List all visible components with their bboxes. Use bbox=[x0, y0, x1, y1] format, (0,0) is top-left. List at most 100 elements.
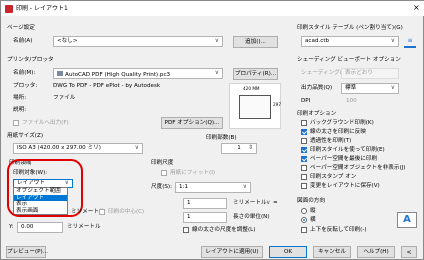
scale-value-1-input[interactable]: 1 bbox=[183, 198, 227, 209]
expand-options-button[interactable]: < bbox=[401, 246, 417, 258]
scale-lineweights-label: 線の太さの尺度を調整(L) bbox=[192, 227, 256, 233]
where-value: ファイル bbox=[53, 95, 76, 101]
autocad-logo-icon bbox=[5, 5, 13, 13]
spinner-icon: ⇕ bbox=[247, 144, 253, 151]
offset-y-value: 0.00 bbox=[21, 224, 34, 230]
quality-label: 出力品質(Q) bbox=[301, 85, 333, 91]
chevron-down-icon: ∨ bbox=[214, 69, 219, 76]
scale-lineweights-checkbox[interactable] bbox=[183, 227, 189, 233]
scale-label: 尺度(S): bbox=[151, 184, 172, 190]
window-title: 印刷 - レイアウト1 bbox=[16, 5, 68, 12]
plot-options-group-label: 印刷オプション bbox=[297, 111, 337, 117]
cancel-button[interactable]: キャンセル bbox=[313, 246, 351, 258]
scale-value-2-input[interactable]: 1 bbox=[183, 212, 227, 223]
preview-button[interactable]: プレビュー(P)... bbox=[6, 246, 48, 258]
option-label: ペーパー空間を最後に印刷 bbox=[310, 156, 378, 162]
chevron-down-icon: ∨ bbox=[214, 37, 219, 44]
scale-value-2: 1 bbox=[187, 214, 191, 220]
paper-size-select[interactable]: ISO A3 (420.00 x 297.00 ミリ) ∨ bbox=[13, 143, 143, 154]
print-dialog: 印刷 - レイアウト1 × ページ設定 名前(A) <なし> ∨ 追加()... … bbox=[0, 0, 424, 260]
paper-preview-sheet bbox=[239, 95, 271, 119]
portrait-radio[interactable] bbox=[301, 208, 307, 214]
shade-plot-value: 表示どおり bbox=[345, 70, 373, 76]
printer-name-select[interactable]: AutoCAD PDF (High Quality Print).pc3 ∨ bbox=[53, 68, 223, 79]
option-checkbox[interactable] bbox=[301, 147, 307, 153]
page-setup-name-label: 名前(A) bbox=[13, 38, 33, 44]
shaded-viewport-group-label: シェーディング ビューポート オプション bbox=[297, 57, 401, 63]
option-label: ペーパー空間オブジェクトを非表示(J) bbox=[310, 165, 406, 171]
center-plot-label: 印刷の中心(C) bbox=[108, 209, 145, 215]
plot-to-file-checkbox[interactable] bbox=[13, 120, 19, 126]
paper-size-value: ISO A3 (420.00 x 297.00 ミリ) bbox=[17, 145, 101, 151]
upside-down-label: 上下を反転して印刷(-) bbox=[310, 227, 367, 233]
edit-plot-style-icon[interactable]: ≡ bbox=[404, 38, 416, 48]
copies-input[interactable]: 1 ⇕ bbox=[221, 143, 257, 154]
page-setup-name-value: <なし> bbox=[57, 38, 78, 44]
chevron-down-icon: ∨ bbox=[390, 37, 395, 44]
unit-length-label: 長さの単位(N) bbox=[233, 214, 270, 220]
paper-preview-width: 420 MM bbox=[243, 86, 260, 91]
option-checkbox[interactable] bbox=[301, 120, 307, 126]
plot-style-select[interactable]: acad.ctb ∨ bbox=[301, 36, 399, 47]
dpi-value: 100 bbox=[346, 98, 357, 104]
plot-style-value: acad.ctb bbox=[305, 38, 330, 44]
scale-unit-chevron-icon[interactable]: ∨ bbox=[266, 200, 270, 206]
printer-properties-button[interactable]: プロパティ(R)... bbox=[233, 68, 278, 80]
portrait-label: 縦 bbox=[310, 208, 316, 214]
offset-y-unit: ミリメートル bbox=[67, 224, 101, 230]
plotter-value: DWG To PDF - PDF ePlot - by Autodesk bbox=[53, 83, 161, 89]
landscape-label: 横 bbox=[310, 217, 316, 223]
page-setup-group-label: ページ設定 bbox=[7, 25, 35, 31]
offset-y-label: Y: bbox=[9, 224, 14, 230]
fit-to-paper-label: 用紙にフィット(I) bbox=[170, 170, 216, 176]
option-checkbox[interactable] bbox=[301, 183, 307, 189]
copies-label: 印刷部数(B) bbox=[206, 135, 237, 141]
option-label: 線の太さを印刷に反映 bbox=[310, 129, 366, 135]
option-label: 変更をレイアウトに保存(V) bbox=[310, 183, 380, 189]
copies-value: 1 bbox=[237, 145, 241, 151]
close-icon[interactable]: × bbox=[413, 4, 420, 12]
option-checkbox[interactable] bbox=[301, 138, 307, 144]
fit-to-paper-checkbox[interactable] bbox=[161, 170, 167, 176]
ok-button[interactable]: OK bbox=[269, 246, 307, 258]
option-checkbox[interactable] bbox=[301, 165, 307, 171]
description-label: 説明: bbox=[13, 107, 27, 113]
pdf-printer-icon bbox=[57, 71, 63, 76]
option-label: 透過性を印刷(T) bbox=[310, 138, 352, 144]
center-plot-checkbox[interactable] bbox=[99, 209, 105, 215]
dpi-label: DPI bbox=[301, 98, 311, 104]
paper-preview-height: 297 bbox=[273, 102, 281, 107]
quality-value: 標準 bbox=[345, 85, 357, 91]
orientation-group-label: 図面の方向 bbox=[297, 198, 325, 204]
option-checkbox[interactable] bbox=[301, 129, 307, 135]
option-label: バックグラウンド印刷(K) bbox=[310, 120, 374, 126]
where-label: 場所: bbox=[13, 95, 27, 101]
chevron-down-icon: ∨ bbox=[134, 144, 139, 151]
plot-style-group-label: 印刷スタイル テーブル (ペン割り当て)(G) bbox=[297, 25, 403, 31]
option-checkbox[interactable] bbox=[301, 156, 307, 162]
landscape-radio[interactable] bbox=[301, 217, 307, 223]
scale-equals: = bbox=[273, 200, 278, 206]
scale-unit: ミリメートル bbox=[233, 200, 267, 206]
orientation-preview-icon: A bbox=[397, 212, 417, 228]
apply-to-layout-button[interactable]: レイアウトに適用(U) bbox=[201, 246, 263, 258]
pdf-options-button[interactable]: PDF オプション(Q)... bbox=[161, 117, 223, 129]
upside-down-checkbox[interactable] bbox=[301, 227, 307, 233]
scale-select[interactable]: 1:1 ∨ bbox=[175, 182, 251, 193]
scale-value: 1:1 bbox=[179, 184, 189, 190]
option-label: 印刷スタイルを使って印刷(E) bbox=[310, 147, 385, 153]
chevron-down-icon: ∨ bbox=[242, 183, 247, 190]
add-page-setup-button[interactable]: 追加()... bbox=[233, 36, 278, 48]
plot-scale-group-label: 印刷尺度 bbox=[151, 160, 174, 166]
paper-size-label: 用紙サイズ(Z) bbox=[7, 133, 43, 139]
page-setup-name-select[interactable]: <なし> ∨ bbox=[53, 36, 223, 47]
option-checkbox[interactable] bbox=[301, 174, 307, 180]
quality-select[interactable]: 標準 ∨ bbox=[341, 83, 399, 94]
scale-value-1: 1 bbox=[187, 200, 191, 206]
option-label: 印刷スタンプ オン bbox=[310, 174, 357, 180]
help-button[interactable]: ヘルプ(H) bbox=[357, 246, 395, 258]
offset-y-input[interactable]: 0.00 bbox=[17, 222, 63, 233]
shade-plot-select[interactable]: 表示どおり bbox=[341, 68, 399, 79]
printer-name-value: AutoCAD PDF (High Quality Print).pc3 bbox=[65, 72, 171, 78]
plotter-label: プロッタ: bbox=[13, 83, 38, 89]
